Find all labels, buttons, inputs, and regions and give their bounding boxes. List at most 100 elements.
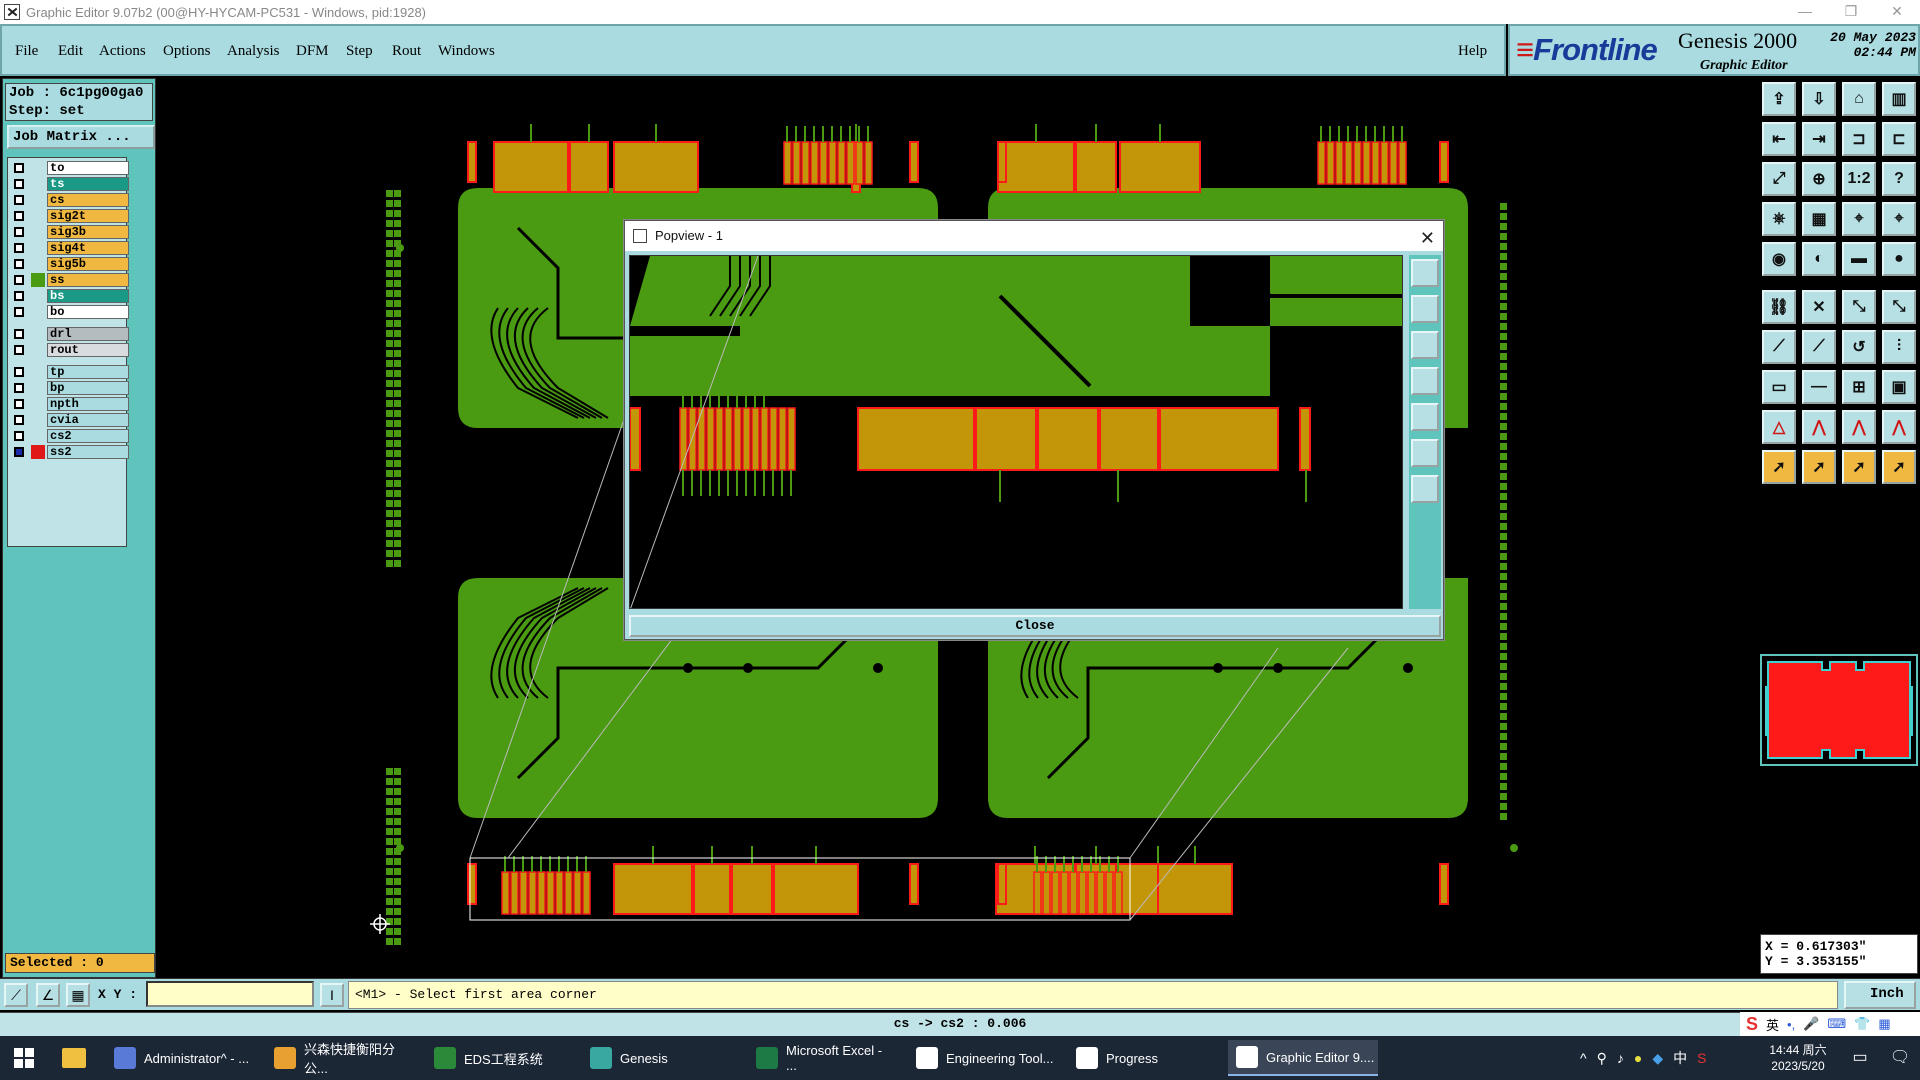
taskbar-app-3[interactable]: EDS工程系统: [426, 1040, 574, 1076]
tool-button-33[interactable]: △: [1762, 410, 1796, 444]
layer-affect-swatch[interactable]: [31, 365, 45, 379]
layer-row-sig3b[interactable]: sig3b: [11, 225, 129, 239]
job-matrix-button[interactable]: Job Matrix ...: [7, 125, 155, 149]
layer-row-sig5b[interactable]: sig5b: [11, 257, 129, 271]
tool-button-40[interactable]: ➚: [1882, 450, 1916, 484]
panel-minimap[interactable]: [1760, 654, 1918, 766]
taskbar-app-4[interactable]: Genesis: [582, 1040, 730, 1076]
snap-icon[interactable]: ⟋: [4, 983, 28, 1007]
tool-button-24[interactable]: ⤡: [1882, 290, 1916, 324]
tool-button-26[interactable]: ⟋: [1802, 330, 1836, 364]
layer-checkbox[interactable]: [14, 345, 24, 355]
layer-affect-swatch[interactable]: [31, 429, 45, 443]
tool-button-4[interactable]: ▥: [1882, 82, 1916, 116]
ime-mode[interactable]: 英: [1766, 1015, 1779, 1034]
mic-icon[interactable]: 🎤: [1803, 1016, 1819, 1032]
layer-affect-swatch[interactable]: [31, 445, 45, 459]
tool-button-29[interactable]: ▭: [1762, 370, 1796, 404]
text-cursor-icon[interactable]: I: [320, 983, 344, 1007]
layer-row-cs2[interactable]: cs2: [11, 429, 129, 443]
show-desktop-icon[interactable]: ▭: [1840, 1036, 1880, 1080]
close-icon[interactable]: ✕: [1874, 0, 1920, 24]
tool-button-13[interactable]: ⎈: [1762, 202, 1796, 236]
tool-button-15[interactable]: ⌖: [1842, 202, 1876, 236]
menu-file[interactable]: File: [15, 43, 38, 60]
layer-checkbox[interactable]: [14, 367, 24, 377]
popview-canvas[interactable]: [629, 255, 1403, 609]
tool-button-19[interactable]: ▬: [1842, 242, 1876, 276]
layer-checkbox[interactable]: [14, 399, 24, 409]
layer-checkbox[interactable]: [14, 447, 24, 457]
layer-affect-swatch[interactable]: [31, 343, 45, 357]
layer-row-to[interactable]: to: [11, 161, 129, 175]
tool-button-12[interactable]: ?: [1882, 162, 1916, 196]
layer-affect-swatch[interactable]: [31, 413, 45, 427]
sogou-logo-icon[interactable]: S: [1746, 1014, 1758, 1035]
taskbar-app-7[interactable]: Progress: [1068, 1040, 1216, 1076]
taskbar-app-6[interactable]: Engineering Tool...: [908, 1040, 1056, 1076]
taskbar-app-8[interactable]: Graphic Editor 9....: [1228, 1040, 1378, 1076]
menu-options[interactable]: Options: [163, 43, 211, 60]
menu-edit[interactable]: Edit: [58, 43, 83, 60]
keyboard-icon[interactable]: ⌨: [1827, 1016, 1846, 1032]
tool-button-37[interactable]: ➚: [1762, 450, 1796, 484]
layer-checkbox[interactable]: [14, 211, 24, 221]
layer-row-bp[interactable]: bp: [11, 381, 129, 395]
layer-checkbox[interactable]: [14, 291, 24, 301]
layer-row-ts[interactable]: ts: [11, 177, 129, 191]
popview-close-button[interactable]: Close: [629, 615, 1441, 637]
layer-affect-swatch[interactable]: [31, 327, 45, 341]
tool-button-36[interactable]: ⋀: [1882, 410, 1916, 444]
toolbox-icon[interactable]: ▦: [1878, 1016, 1890, 1032]
layer-checkbox[interactable]: [14, 307, 24, 317]
layer-checkbox[interactable]: [14, 329, 24, 339]
tool-button-18[interactable]: ◐: [1802, 242, 1836, 276]
sogou-icon[interactable]: S: [1697, 1050, 1706, 1066]
tool-button-16[interactable]: ⌖: [1882, 202, 1916, 236]
tool-button-34[interactable]: ⋀: [1802, 410, 1836, 444]
layer-checkbox[interactable]: [14, 179, 24, 189]
popview-tool-zoom-in[interactable]: [1411, 295, 1439, 323]
tool-button-6[interactable]: ⇥: [1802, 122, 1836, 156]
tool-button-7[interactable]: ⊐: [1842, 122, 1876, 156]
tool-button-22[interactable]: ✕: [1802, 290, 1836, 324]
punctuation-icon[interactable]: •,: [1787, 1017, 1795, 1032]
layer-checkbox[interactable]: [14, 163, 24, 173]
tool-button-10[interactable]: ⊕: [1802, 162, 1836, 196]
ime-language[interactable]: 中: [1673, 1048, 1687, 1068]
tray-clock[interactable]: 14:44 周六 2023/5/20: [1758, 1036, 1838, 1080]
shield-icon[interactable]: ◆: [1652, 1050, 1663, 1067]
menu-help[interactable]: Help: [1458, 43, 1487, 60]
tool-button-30[interactable]: —: [1802, 370, 1836, 404]
layer-checkbox[interactable]: [14, 195, 24, 205]
menu-actions[interactable]: Actions: [99, 43, 146, 60]
layer-row-tp[interactable]: tp: [11, 365, 129, 379]
tool-button-17[interactable]: ◉: [1762, 242, 1796, 276]
layer-row-sig2t[interactable]: sig2t: [11, 209, 129, 223]
tool-button-25[interactable]: ⟋: [1762, 330, 1796, 364]
layer-affect-swatch[interactable]: [31, 273, 45, 287]
popview-tool-fit[interactable]: [1411, 439, 1439, 467]
tool-button-1[interactable]: ⇪: [1762, 82, 1796, 116]
menu-analysis[interactable]: Analysis: [227, 43, 280, 60]
grid-icon[interactable]: ▦: [66, 983, 90, 1007]
taskbar-app-1[interactable]: Administrator^ - ...: [106, 1040, 254, 1076]
tool-button-28[interactable]: ⫶: [1882, 330, 1916, 364]
taskbar-app-2[interactable]: 兴森快捷衡阳分公...: [266, 1040, 414, 1076]
menu-step[interactable]: Step: [346, 43, 373, 60]
layer-affect-swatch[interactable]: [31, 193, 45, 207]
units-selector[interactable]: Inch: [1844, 981, 1916, 1009]
layer-row-rout[interactable]: rout: [11, 343, 129, 357]
layer-row-ss[interactable]: ss: [11, 273, 129, 287]
layer-affect-swatch[interactable]: [31, 381, 45, 395]
tool-button-9[interactable]: ⤢: [1762, 162, 1796, 196]
file-explorer-icon[interactable]: [62, 1048, 86, 1068]
skin-icon[interactable]: 👕: [1854, 1016, 1870, 1032]
layer-row-bo[interactable]: bo: [11, 305, 129, 319]
network-icon[interactable]: ⚲: [1597, 1050, 1607, 1067]
layer-checkbox[interactable]: [14, 383, 24, 393]
layer-affect-swatch[interactable]: [31, 161, 45, 175]
layer-affect-swatch[interactable]: [31, 289, 45, 303]
popview-zoom-view[interactable]: [630, 256, 1403, 609]
layer-row-drl[interactable]: drl: [11, 327, 129, 341]
